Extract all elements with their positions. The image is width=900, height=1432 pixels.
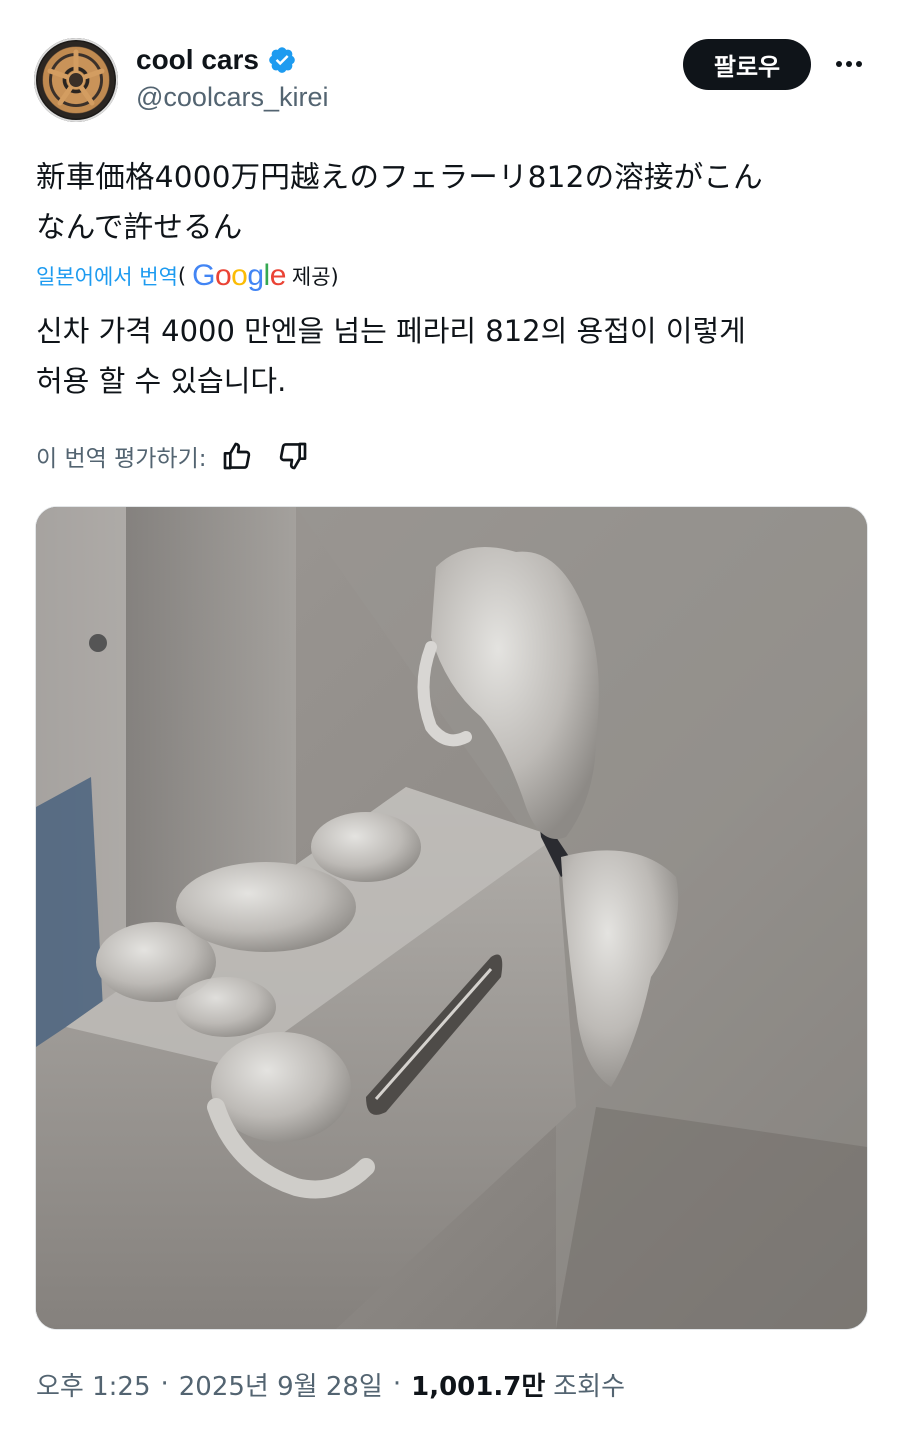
author-name-row[interactable]: cool cars <box>136 40 297 80</box>
author-name[interactable]: cool cars <box>136 44 259 76</box>
post-time[interactable]: 오후 1:25 <box>36 1366 151 1403</box>
paren-open: ( <box>177 264 187 288</box>
rate-translation: 이 번역 평가하기: <box>36 434 309 478</box>
provided-label: 제공) <box>291 265 339 289</box>
translation-line: 신차 가격 4000 만엔을 넘는 페라리 812의 용접이 이렇게 <box>36 314 746 348</box>
wheel-icon <box>37 41 115 119</box>
dot <box>856 61 862 67</box>
google-logo: Google <box>192 259 286 292</box>
views-count: 1,001.7만 <box>411 1371 546 1402</box>
post-text-original: 新車価格4000万円越えのフェラーリ812の溶接がこん なんで許せるん <box>36 152 866 252</box>
dot <box>836 61 842 67</box>
post-text-line: なんで許せるん <box>36 210 243 244</box>
follow-button[interactable]: 팔로우 <box>683 39 811 90</box>
post-text-translation: 신차 가격 4000 만엔을 넘는 페라리 812의 용접이 이렇게 허용 할 … <box>36 306 866 406</box>
translation-attribution: 일본어에서 번역 ( Google 제공) <box>36 258 339 294</box>
translated-from-link[interactable]: 일본어에서 번역 <box>36 261 178 291</box>
post-header: cool cars @coolcars_kirei 팔로우 <box>0 0 900 130</box>
separator: · <box>392 1369 402 1399</box>
post-image[interactable] <box>35 506 868 1330</box>
author-handle[interactable]: @coolcars_kirei <box>136 82 328 113</box>
post-meta: 오후 1:25 · 2025년 9월 28일 · 1,001.7만 조회수 <box>36 1364 625 1404</box>
translation-line: 허용 할 수 있습니다. <box>36 364 287 398</box>
rate-translation-label: 이 번역 평가하기: <box>36 446 207 472</box>
welded-bracket-photo <box>36 507 867 1329</box>
dot <box>846 61 852 67</box>
post-date[interactable]: 2025년 9월 28일 <box>179 1366 383 1403</box>
separator: · <box>160 1369 169 1399</box>
post-text-line: 新車価格4000万円越えのフェラーリ812の溶接がこん <box>36 160 763 194</box>
avatar[interactable] <box>34 38 118 122</box>
thumbs-up-icon[interactable] <box>221 440 253 472</box>
verified-badge-icon <box>269 47 295 73</box>
views-label: 조회수 <box>553 1371 626 1402</box>
more-options-icon[interactable] <box>830 48 868 80</box>
thumbs-down-icon[interactable] <box>277 440 309 472</box>
